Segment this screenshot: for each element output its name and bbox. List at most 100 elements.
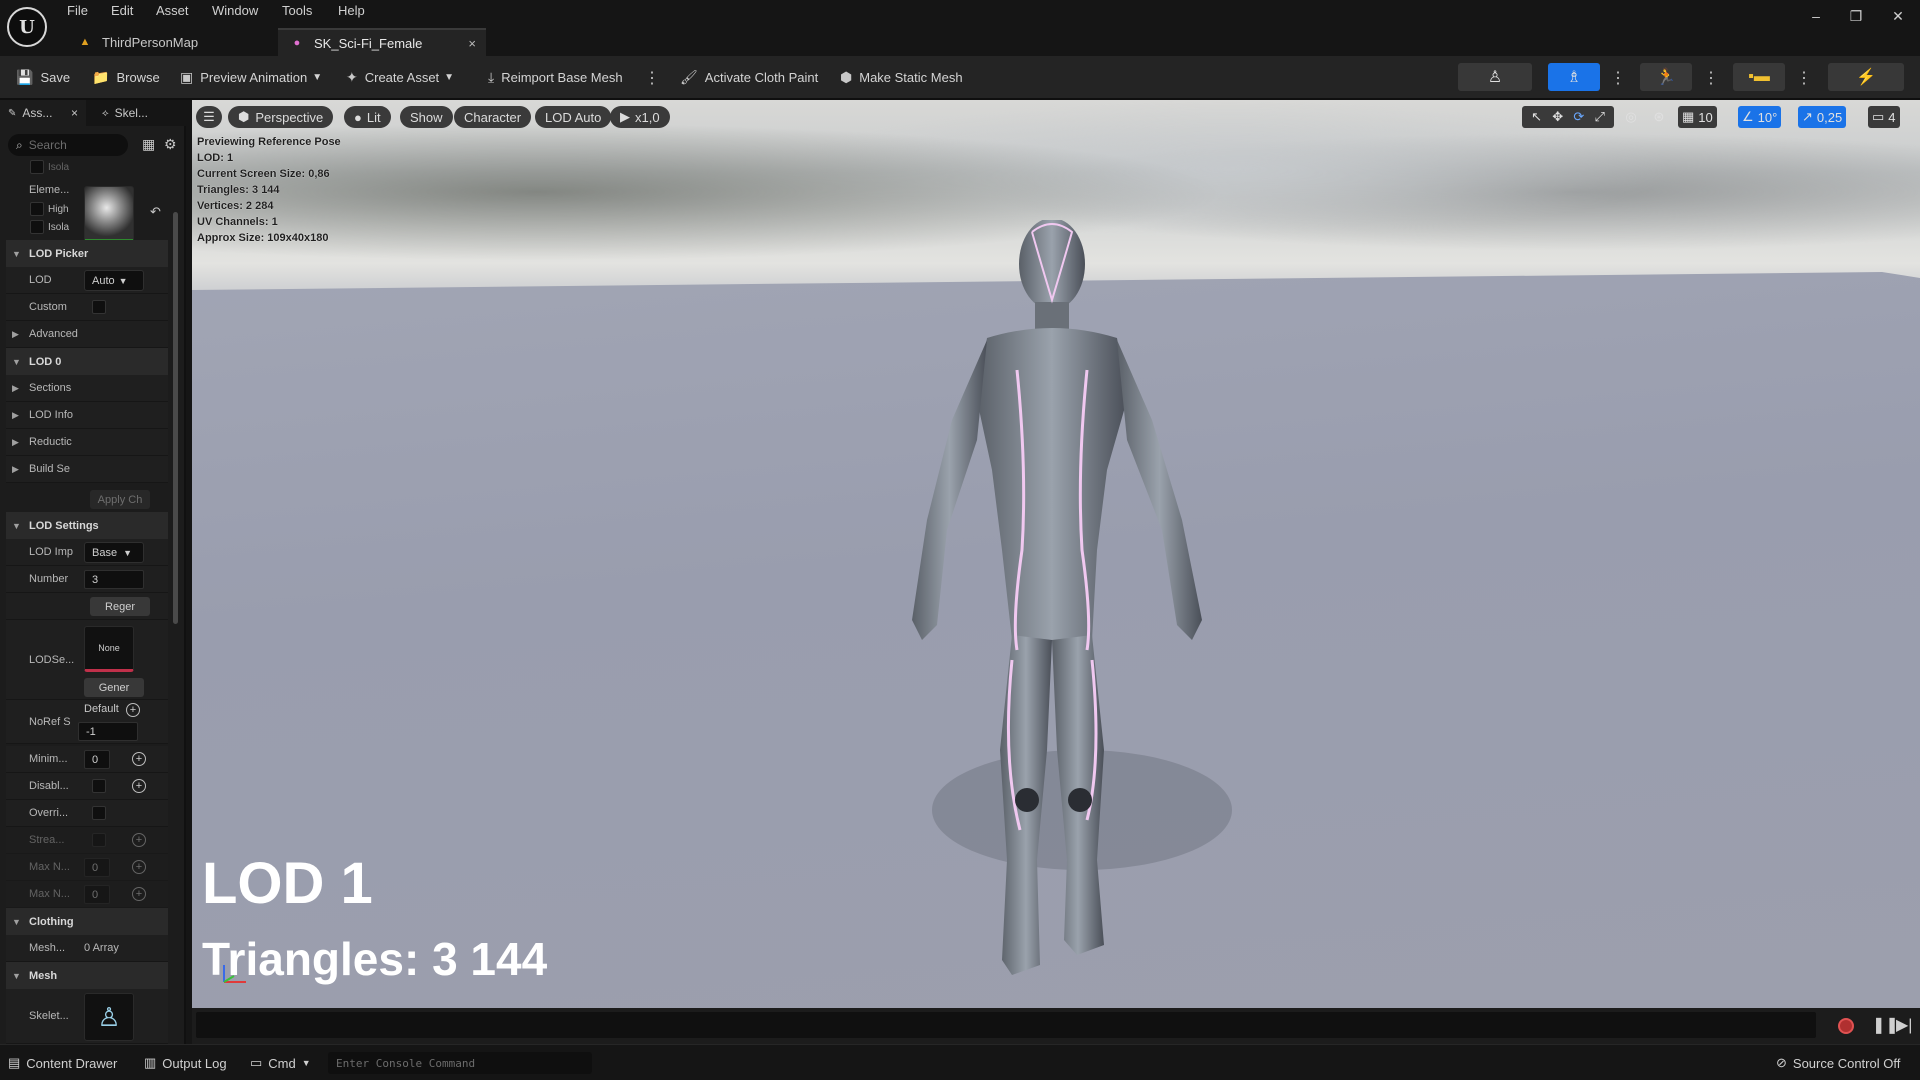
content-drawer-button[interactable]: ▤ Content Drawer (8, 1045, 117, 1080)
generate-button[interactable]: Gener (84, 678, 144, 697)
add-override-icon[interactable]: + (132, 860, 146, 874)
show-button[interactable]: Show (400, 106, 453, 128)
max-streamed-input[interactable]: 0 (84, 858, 110, 877)
console-command-input[interactable]: Enter Console Command (328, 1052, 592, 1074)
close-icon[interactable]: × (71, 106, 78, 120)
browse-button[interactable]: 📁 Browse (92, 56, 160, 98)
rotation-snap-button[interactable]: ∠ 10° (1738, 106, 1782, 128)
panel-scrollbar[interactable] (173, 212, 178, 624)
character-button[interactable]: Character (454, 106, 532, 128)
character-mesh[interactable] (852, 220, 1252, 1008)
preview-animation-dropdown[interactable]: ▣ Preview Animation ▼ (180, 56, 322, 98)
row-build-settings[interactable]: ▶ Build Se (6, 456, 168, 483)
apply-changes-button[interactable]: Apply Ch (90, 490, 150, 509)
disable-checkbox[interactable] (92, 779, 106, 793)
row-advanced[interactable]: ▶ Advanced (6, 321, 168, 348)
lod-auto-button[interactable]: LOD Auto (535, 106, 612, 128)
menu-asset[interactable]: Asset (156, 3, 189, 18)
timeline-scrub-bar[interactable] (196, 1012, 1816, 1038)
max-optional-input[interactable]: 0 (84, 885, 110, 904)
row-lod-info[interactable]: ▶ LOD Info (6, 402, 168, 429)
activate-cloth-paint-button[interactable]: 🖌 Activate Cloth Paint (680, 56, 818, 98)
animation-mode-button[interactable]: 🏃 (1640, 63, 1692, 91)
step-forward-icon[interactable]: ▶| (1896, 1015, 1912, 1035)
gear-icon[interactable]: ⚙ (164, 136, 177, 153)
menu-help[interactable]: Help (338, 3, 365, 18)
more-options-icon[interactable]: ⋮ (644, 68, 660, 88)
tab-asset-details[interactable]: ✎ Ass... × (0, 100, 86, 126)
mesh-mode-button[interactable]: ♗ (1548, 63, 1600, 91)
skeleton-thumbnail[interactable]: ♙ (84, 993, 134, 1041)
custom-checkbox[interactable] (92, 300, 106, 314)
more-options-icon[interactable]: ⋮ (1610, 68, 1626, 88)
section-lod-picker[interactable]: ▼ LOD Picker (6, 240, 168, 267)
save-button[interactable]: 💾 Save (16, 56, 70, 98)
camera-speed-button[interactable]: ▭ 4 (1868, 106, 1900, 128)
playback-speed-button[interactable]: ▶ x1,0 (610, 106, 670, 128)
pause-icon[interactable]: ❚❚ (1872, 1015, 1899, 1035)
override-checkbox[interactable] (92, 806, 106, 820)
preview-viewport[interactable]: ☰ ⬢ Perspective ● Lit Show Character LOD… (192, 100, 1920, 1008)
section-mesh[interactable]: ▼ Mesh (6, 962, 168, 989)
physics-mode-button[interactable]: ⚡ (1828, 63, 1904, 91)
source-control-button[interactable]: ⊘ Source Control Off (1776, 1045, 1900, 1080)
menu-tools[interactable]: Tools (282, 3, 312, 18)
mesh-clothing-value[interactable]: 0 Array (84, 942, 119, 954)
rotate-icon[interactable]: ⟳ (1573, 109, 1584, 125)
isolate-checkbox[interactable] (30, 160, 44, 174)
minimize-icon[interactable]: – (1806, 8, 1826, 24)
scale-icon[interactable]: ⤢ (1594, 109, 1604, 125)
tab-sk-sci-fi-female[interactable]: ● SK_Sci-Fi_Female × (278, 28, 486, 56)
isolate-checkbox-2[interactable] (30, 220, 44, 234)
add-override-icon[interactable]: + (132, 833, 146, 847)
menu-edit[interactable]: Edit (111, 3, 133, 18)
section-lod0[interactable]: ▼ LOD 0 (6, 348, 168, 375)
more-options-icon[interactable]: ⋮ (1703, 68, 1719, 88)
stream-checkbox[interactable] (92, 833, 106, 847)
surface-snap-icon[interactable]: ⊛ (1648, 106, 1670, 128)
add-override-icon[interactable]: + (132, 887, 146, 901)
add-override-icon[interactable]: + (126, 703, 140, 717)
row-reduction[interactable]: ▶ Reductic (6, 429, 168, 456)
lod-dropdown[interactable]: Auto ▼ (84, 270, 144, 291)
translate-icon[interactable]: ✥ (1552, 109, 1563, 125)
unreal-logo-icon[interactable]: U (7, 7, 47, 47)
coordinate-system-icon[interactable]: ◎ (1620, 106, 1642, 128)
add-override-icon[interactable]: + (132, 752, 146, 766)
reimport-base-mesh-button[interactable]: ⤓ Reimport Base Mesh (488, 56, 623, 98)
perspective-button[interactable]: ⬢ Perspective (228, 106, 334, 128)
make-static-mesh-button[interactable]: ⬢ Make Static Mesh (840, 56, 963, 98)
section-lod-settings[interactable]: ▼ LOD Settings (6, 512, 168, 539)
record-button[interactable] (1838, 1018, 1854, 1034)
scale-snap-button[interactable]: ↗ 0,25 (1798, 106, 1847, 128)
menu-window[interactable]: Window (212, 3, 258, 18)
menu-file[interactable]: File (67, 3, 88, 18)
cmd-dropdown[interactable]: ▭ Cmd ▼ (250, 1045, 311, 1080)
highlight-checkbox[interactable] (30, 202, 44, 216)
skeleton-mode-button[interactable]: ♙ (1458, 63, 1532, 91)
noref-value-input[interactable]: -1 (78, 722, 138, 741)
close-tab-icon[interactable]: × (468, 36, 476, 51)
section-clothing[interactable]: ▼ Clothing (6, 908, 168, 935)
lod-import-dropdown[interactable]: Base ▼ (84, 542, 144, 563)
blueprint-mode-button[interactable]: ▪▬ (1733, 63, 1785, 91)
add-override-icon[interactable]: + (132, 779, 146, 793)
minimum-lod-input[interactable]: 0 (84, 750, 110, 769)
restore-icon[interactable]: ❐ (1846, 8, 1866, 25)
tab-skeleton-tree[interactable]: ⟡ Skel... (94, 100, 180, 126)
number-of-lods-input[interactable]: 3 (84, 570, 144, 589)
lit-button[interactable]: ● Lit (344, 106, 391, 128)
more-options-icon[interactable]: ⋮ (1796, 68, 1812, 88)
output-log-button[interactable]: ▥ Output Log (144, 1045, 227, 1080)
close-window-icon[interactable]: ✕ (1888, 8, 1908, 25)
lod-settings-thumbnail[interactable]: None (84, 626, 134, 672)
tab-third-person-map[interactable]: ▲ ThirdPersonMap (66, 28, 276, 56)
view-options-icon[interactable]: ▦ (142, 136, 155, 153)
row-sections[interactable]: ▶ Sections (6, 375, 168, 402)
grid-snap-button[interactable]: ▦ 10 (1678, 106, 1717, 128)
search-input[interactable]: ⌕ Search (8, 134, 128, 156)
regenerate-button[interactable]: Reger (90, 597, 150, 616)
create-asset-dropdown[interactable]: ✦ Create Asset ▼ (346, 56, 454, 98)
select-icon[interactable]: ↖ (1531, 109, 1542, 125)
viewport-menu-button[interactable]: ☰ (196, 106, 222, 128)
